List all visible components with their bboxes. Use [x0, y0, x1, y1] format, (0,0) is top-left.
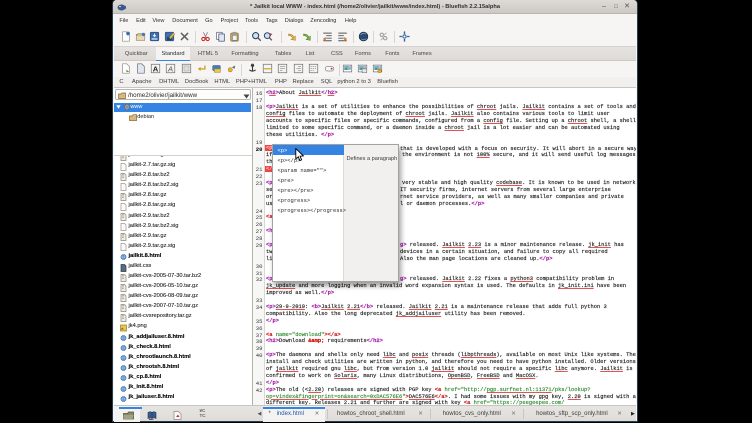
- svg-text:A: A: [167, 65, 173, 74]
- svg-text:A: A: [153, 65, 159, 74]
